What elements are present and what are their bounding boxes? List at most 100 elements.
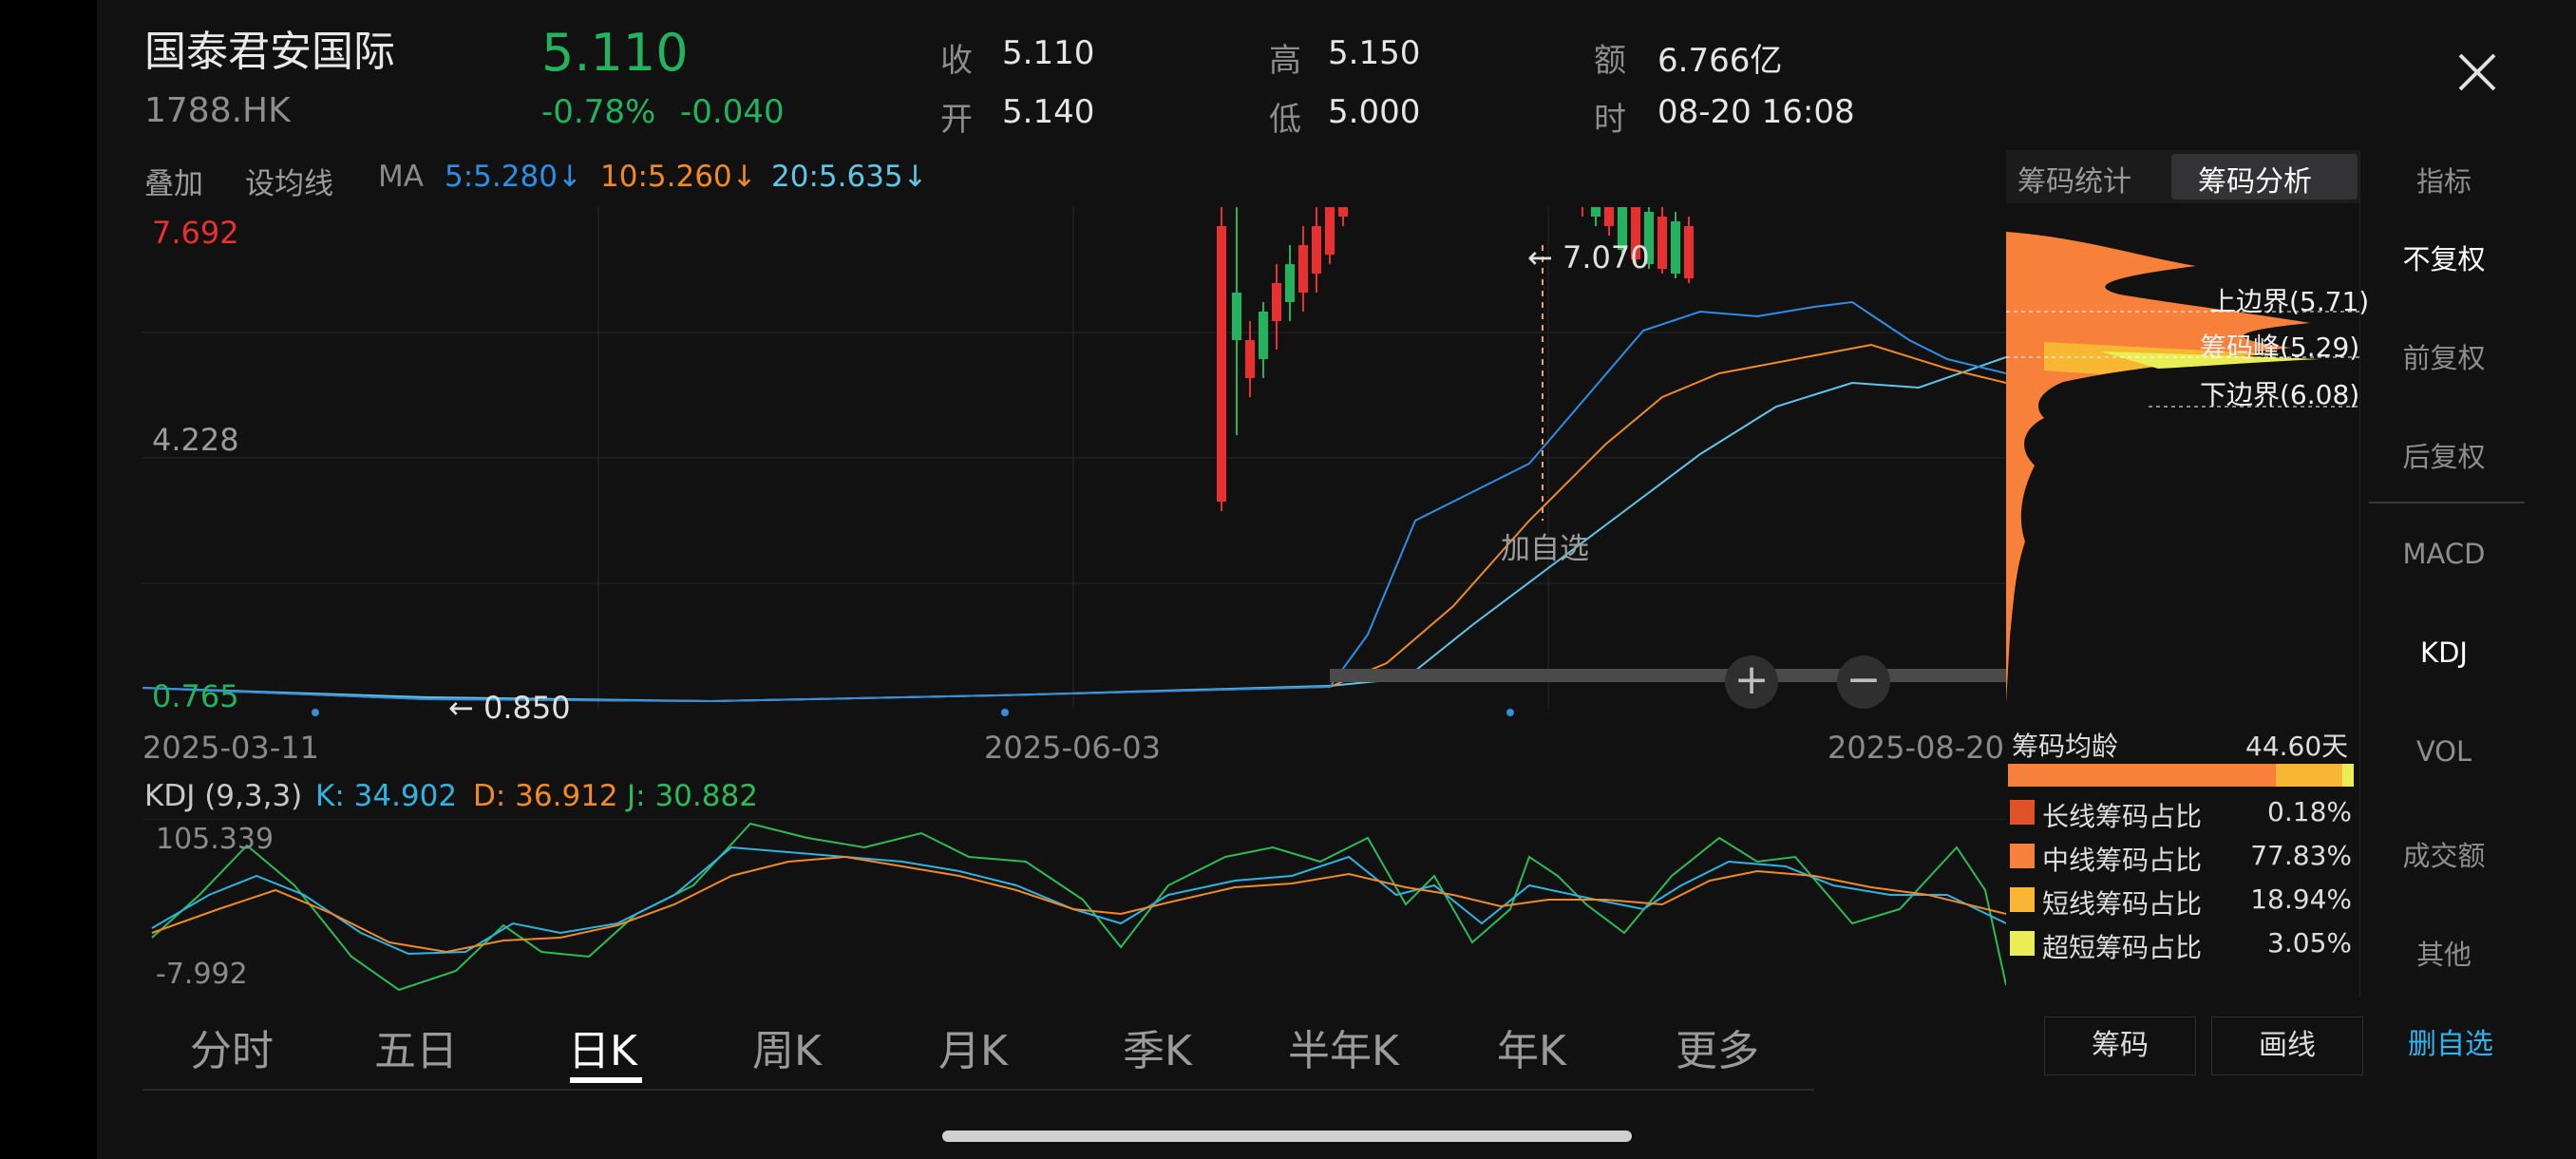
current-price: 5.110 (541, 23, 689, 83)
event-dot (312, 709, 319, 716)
period-tab[interactable]: 更多 (1676, 1016, 1759, 1077)
open-label: 开 (940, 101, 973, 139)
close-icon (2458, 53, 2496, 91)
chip-upper-bound: 上边界(5.71) (2209, 286, 2370, 317)
side-menu-item[interactable]: 其他 (2363, 933, 2525, 973)
date-mid: 2025-06-03 (984, 730, 1161, 766)
tab-chip-analysis[interactable]: 筹码分析 (2198, 158, 2312, 200)
chip-color-swatch (2010, 931, 2035, 956)
open-value: 5.140 (1002, 93, 1095, 131)
add-watchlist-label[interactable]: 加自选 (1501, 524, 1589, 567)
chip-ratio-label: 超短筹码占比 (2042, 932, 2203, 963)
period-tab[interactable]: 季K (1123, 1016, 1192, 1077)
kdj-k-value: K: 34.902 (315, 779, 458, 813)
avg-age-label: 筹码均龄 (2012, 731, 2119, 762)
candle-body (1259, 312, 1268, 359)
chip-ratio-label: 短线筹码占比 (2042, 888, 2203, 920)
candle-body (1325, 207, 1335, 255)
high-value: 5.150 (1328, 34, 1421, 72)
chips-button[interactable]: 筹码 (2044, 1016, 2196, 1075)
ma10-line (142, 343, 2006, 703)
candle-body (1684, 226, 1694, 278)
tab-chip-stats[interactable]: 筹码统计 (2017, 158, 2131, 200)
kdj-j-line (151, 822, 2006, 992)
home-indicator[interactable] (942, 1130, 1632, 1142)
ma-label: MA (378, 160, 424, 194)
event-dot (1001, 709, 1009, 716)
chip-ratio-label: 长线筹码占比 (2042, 801, 2203, 832)
chip-ratio-label: 中线筹码占比 (2042, 845, 2203, 876)
zoom-in-button[interactable]: + (1725, 656, 1778, 709)
period-tab[interactable]: 半年K (1288, 1016, 1399, 1077)
candle-body (1217, 226, 1226, 502)
period-tab[interactable]: 五日 (374, 1016, 458, 1077)
side-divider (2369, 502, 2525, 504)
candle-body (1312, 226, 1321, 274)
kdj-d-value: D: 36.912 (473, 779, 618, 813)
period-tab[interactable]: 周K (752, 1016, 822, 1077)
candle-body (1591, 207, 1601, 217)
draw-line-button[interactable]: 画线 (2211, 1016, 2363, 1075)
close-button[interactable] (2456, 51, 2498, 93)
stock-code: 1788.HK (144, 91, 291, 130)
minus-icon: − (1846, 656, 1882, 704)
kdj-chart[interactable] (142, 819, 2006, 999)
ma20-value: 20:5.635↓ (771, 160, 928, 194)
close-value: 5.110 (1002, 34, 1095, 72)
chip-peak: 筹码峰(5.29) (2200, 332, 2360, 363)
candle-body (1671, 221, 1680, 274)
close-label: 收 (940, 42, 973, 80)
period-tab[interactable]: 年K (1497, 1016, 1566, 1077)
kdj-title: KDJ (9,3,3) (144, 779, 303, 813)
side-menu-item[interactable]: 前复权 (2363, 336, 2525, 376)
amount-label: 额 (1594, 42, 1626, 80)
kdj-d-line (151, 855, 2006, 954)
side-menu-item[interactable]: KDJ (2363, 636, 2525, 669)
zoom-out-button[interactable]: − (1837, 656, 1890, 709)
chip-color-swatch (2010, 887, 2035, 912)
stock-name: 国泰君安国际 (144, 28, 395, 76)
set-ma-button[interactable]: 设均线 (245, 160, 333, 202)
plus-icon: + (1733, 656, 1770, 704)
ma5-line (142, 300, 2006, 703)
change-percent: -0.78% (541, 93, 656, 131)
candle-body (1272, 283, 1281, 321)
chip-lower-bound: 下边界(6.08) (2200, 379, 2360, 410)
range-bar (1330, 669, 2006, 682)
ma20-line (142, 356, 2006, 703)
y-axis-mid: 4.228 (152, 422, 239, 458)
period-tab[interactable]: 月K (938, 1016, 1008, 1077)
chip-ratio-value: 3.05% (2267, 927, 2352, 959)
period-tab[interactable]: 分时 (190, 1016, 274, 1077)
chip-color-swatch (2010, 844, 2035, 868)
side-menu-item[interactable]: MACD (2363, 538, 2525, 570)
overlay-button[interactable]: 叠加 (144, 160, 203, 202)
remove-watchlist-button[interactable]: 删自选 (2375, 1016, 2527, 1074)
chip-ratio-bar (2008, 764, 2354, 787)
indicator-button[interactable]: 指标 (2416, 160, 2472, 200)
chip-ratio-value: 0.18% (2267, 796, 2352, 827)
chip-ratio-value: 77.83% (2250, 840, 2352, 871)
time-label: 时 (1594, 101, 1626, 139)
side-menu-item[interactable]: 不复权 (2363, 238, 2525, 277)
change-amount: -0.040 (680, 93, 785, 131)
side-menu-item[interactable]: VOL (2363, 735, 2525, 768)
low-value: 5.000 (1328, 93, 1421, 131)
active-tab-indicator (570, 1077, 642, 1083)
candle-body (1232, 293, 1241, 340)
candle-body (1338, 207, 1348, 217)
side-menu-item[interactable]: 后复权 (2363, 435, 2525, 475)
high-price-marker: ← 7.070 (1527, 239, 1650, 276)
ma10-value: 10:5.260↓ (600, 160, 757, 194)
time-value: 08-20 16:08 (1657, 93, 1855, 131)
chip-color-swatch (2010, 800, 2035, 825)
period-tab[interactable]: 日K (568, 1016, 637, 1077)
tabs-divider (142, 1089, 1814, 1091)
candle-body (1604, 207, 1614, 226)
date-start: 2025-03-11 (142, 730, 319, 766)
kdj-k-line (151, 846, 2006, 956)
side-menu-item[interactable]: 成交额 (2363, 834, 2525, 874)
candlestick-chart[interactable] (142, 207, 2006, 709)
y-axis-min: 0.765 (152, 678, 239, 714)
kdj-j-value: J: 30.882 (627, 779, 758, 813)
